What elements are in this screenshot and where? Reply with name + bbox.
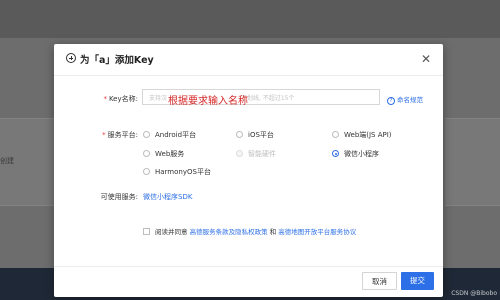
- cancel-button[interactable]: 取消: [362, 272, 397, 290]
- submit-button[interactable]: 提交: [401, 272, 434, 290]
- required-marker: *: [103, 95, 107, 103]
- plus-circle-icon: [66, 53, 76, 63]
- radio-wechat-miniprogram[interactable]: 微信小程序: [332, 149, 379, 159]
- radio-web-js-api[interactable]: Web端(JS API): [332, 130, 392, 140]
- radio-web-service[interactable]: Web服务: [143, 149, 184, 159]
- key-name-label: * Key名称:: [103, 95, 138, 103]
- dialog-title: 为「a」添加Key: [80, 55, 154, 66]
- radio-ios[interactable]: iOS平台: [236, 130, 274, 140]
- radio-circle: [143, 150, 150, 157]
- radio-circle: [236, 131, 243, 138]
- radio-circle-selected: [332, 150, 339, 157]
- available-service-link[interactable]: 微信小程序SDK: [143, 192, 192, 202]
- annotation-text: 根据要求输入名称: [168, 96, 248, 107]
- required-marker: *: [102, 131, 106, 139]
- background-text: 创建: [0, 157, 14, 165]
- radio-circle: [143, 168, 150, 175]
- page-header-background: [0, 0, 500, 38]
- add-key-dialog: 为「a」添加Key ✕ * Key名称: 支持汉 下划线, 不超过15个 根据要求输…: [54, 44, 443, 297]
- agreement-checkbox[interactable]: [143, 228, 150, 235]
- radio-harmonyos[interactable]: HarmonyOS平台: [143, 167, 211, 177]
- terms-link[interactable]: 高德服务条款及隐私权政策: [190, 228, 268, 236]
- agreement-row: 阅读并同意 高德服务条款及隐私权政策 和 高德地图开放平台服务协议: [143, 226, 356, 236]
- radio-circle: [236, 150, 243, 157]
- dialog-header: 为「a」添加Key ✕: [54, 44, 443, 76]
- radio-smart-hardware: 智能硬件: [236, 149, 276, 159]
- question-icon: ?: [387, 97, 395, 105]
- watermark: CSDN @Bibobo: [451, 290, 497, 297]
- platform-agreement-link[interactable]: 高德地图开放平台服务协议: [278, 228, 356, 236]
- radio-circle: [332, 131, 339, 138]
- radio-android[interactable]: Android平台: [143, 130, 196, 140]
- radio-circle: [143, 131, 150, 138]
- platform-label: * 服务平台:: [102, 131, 138, 139]
- background-card-right: [445, 118, 500, 206]
- available-service-label: 可使用服务:: [100, 193, 138, 201]
- naming-rule-link[interactable]: ? 命名规范: [387, 94, 423, 105]
- close-icon[interactable]: ✕: [417, 50, 435, 68]
